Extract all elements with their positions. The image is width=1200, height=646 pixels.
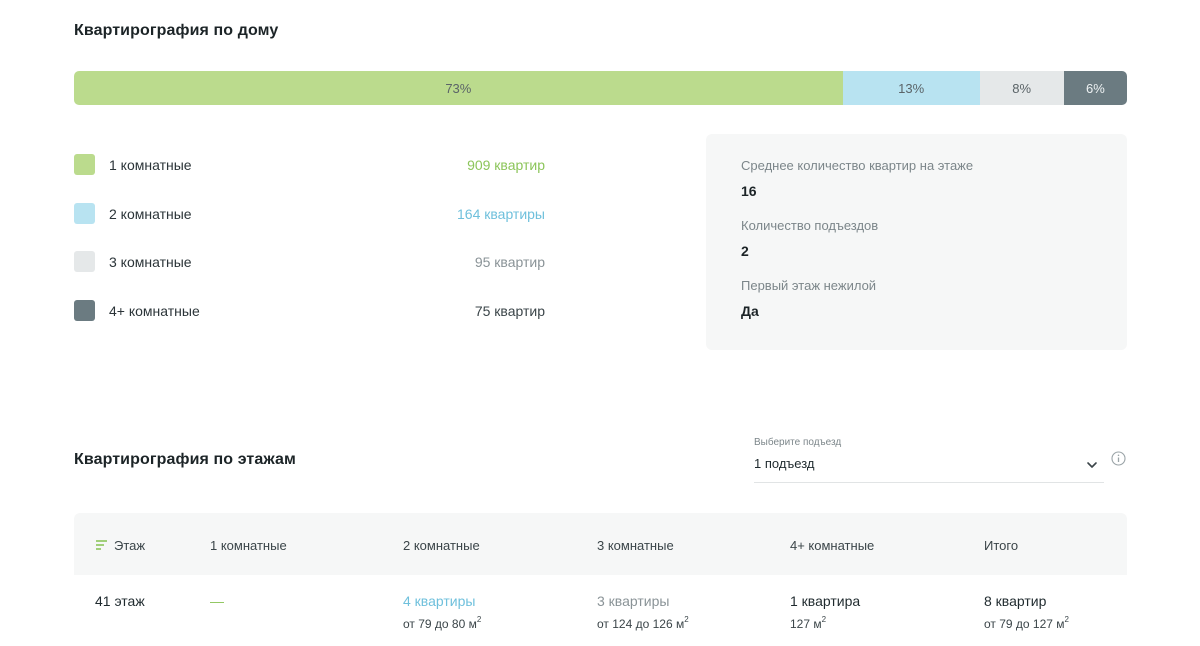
cell-total-count: 8 квартир xyxy=(984,593,1047,609)
legend-item-2room: 2 комнатные 164 квартиры xyxy=(74,202,545,251)
bar-segment-1room: 73% xyxy=(74,71,843,105)
chevron-down-icon[interactable] xyxy=(1086,460,1098,470)
cell-2room: 4 квартиры от 79 до 80 м2 xyxy=(403,593,481,631)
stat-value-avg-per-floor: 16 xyxy=(741,183,757,199)
cell-4room-count: 1 квартира xyxy=(790,593,861,609)
stat-label-first-floor: Первый этаж нежилой xyxy=(741,278,877,293)
stat-label-entrances: Количество подъездов xyxy=(741,218,879,233)
cell-2room-count: 4 квартиры xyxy=(403,593,476,609)
bar-segment-2room: 13% xyxy=(842,71,980,105)
bar-segment-3room: 8% xyxy=(979,71,1064,105)
cell-total: 8 квартир от 79 до 127 м2 xyxy=(984,593,1069,631)
area-unit-sup: 2 xyxy=(1064,615,1069,624)
area-unit-sup: 2 xyxy=(684,615,689,624)
section-title-floors: Квартирография по этажам xyxy=(74,451,296,468)
column-header-1room: 1 комнатные xyxy=(210,538,287,553)
house-stats-card: Среднее количество квартир на этаже 16 К… xyxy=(706,134,1127,350)
legend-item-4room: 4+ комнатные 75 квартир xyxy=(74,299,545,348)
stat-label-avg-per-floor: Среднее количество квартир на этаже xyxy=(741,158,974,173)
legend-label: 4+ комнатные xyxy=(109,302,200,319)
area-unit-sup: 2 xyxy=(476,615,482,624)
legend-count: 164 квартиры xyxy=(457,205,545,222)
cell-3room-count: 3 квартиры xyxy=(597,593,670,609)
legend-count: 95 квартир xyxy=(474,254,545,270)
entrance-select-caption: Выберите подъезд xyxy=(754,437,842,448)
cell-total-area: от 79 до 127 м2 xyxy=(984,615,1069,631)
cell-4room-area: 127 м2 xyxy=(790,615,860,631)
cell-2room-area: от 79 до 80 м2 xyxy=(403,615,482,631)
legend-swatch xyxy=(74,154,95,175)
legend-count: 909 квартир xyxy=(467,157,545,173)
section-title-house: Квартирография по дому xyxy=(74,22,279,39)
cell-3room-area: от 124 до 126 м2 xyxy=(597,615,689,631)
column-header-total: Итого xyxy=(984,538,1019,553)
room-legend: 1 комнатные 909 квартир 2 комнатные 164 … xyxy=(74,153,545,347)
cell-3room: 3 квартиры от 124 до 126 м2 xyxy=(597,593,689,631)
column-header-3room: 3 комнатные xyxy=(597,538,674,553)
legend-label: 3 комнатные xyxy=(109,254,192,270)
column-header-floor[interactable]: Этаж xyxy=(114,538,145,553)
sort-lines-icon[interactable] xyxy=(95,539,108,551)
area-text: 127 м xyxy=(790,617,822,631)
legend-label: 1 комнатные xyxy=(109,157,192,173)
legend-swatch xyxy=(74,299,95,321)
area-unit-sup: 2 xyxy=(821,615,827,624)
legend-count: 75 квартир xyxy=(474,302,545,319)
cell-4room: 1 квартира 127 м2 xyxy=(790,593,860,631)
entrance-select[interactable]: Выберите подъезд 1 подъезд xyxy=(754,437,1104,483)
info-icon[interactable] xyxy=(1111,451,1126,466)
stat-value-first-floor: Да xyxy=(741,303,759,319)
legend-item-3room: 3 комнатные 95 квартир xyxy=(74,250,545,299)
floors-table-header: Этаж 1 комнатные 2 комнатные 3 комнатные… xyxy=(74,513,1127,575)
legend-swatch xyxy=(74,251,95,272)
entrance-select-value[interactable]: 1 подъезд xyxy=(754,456,1104,471)
table-row[interactable]: 41 этаж — 4 квартиры от 79 до 80 м2 3 кв… xyxy=(74,575,1127,646)
area-text: от 79 до 80 м xyxy=(403,617,477,631)
area-text: от 79 до 127 м xyxy=(984,617,1065,631)
stat-value-entrances: 2 xyxy=(741,243,749,259)
room-distribution-bar: 73% 13% 8% 6% xyxy=(74,71,1127,105)
area-text: от 124 до 126 м xyxy=(597,617,685,631)
legend-label: 2 комнатные xyxy=(109,205,192,222)
cell-1room: — xyxy=(210,593,224,609)
bar-segment-4room: 6% xyxy=(1063,71,1127,105)
legend-swatch xyxy=(74,202,95,224)
cell-floor: 41 этаж xyxy=(95,593,145,609)
column-header-4room: 4+ комнатные xyxy=(790,538,875,553)
legend-item-1room: 1 комнатные 909 квартир xyxy=(74,153,545,202)
column-header-2room: 2 комнатные xyxy=(403,538,480,553)
